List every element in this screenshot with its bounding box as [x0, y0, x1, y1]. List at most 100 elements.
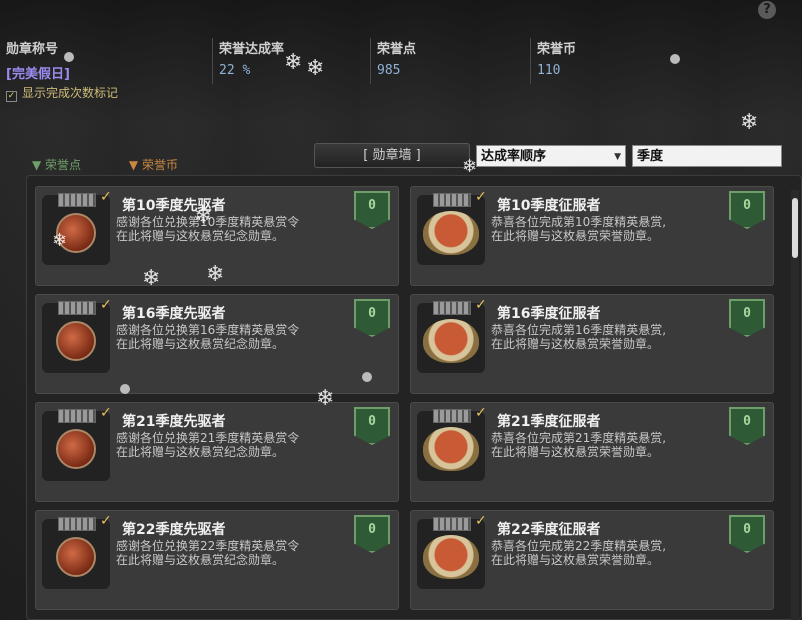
snowflake-icon: ❄	[52, 230, 68, 251]
snowflake-icon: ❄	[462, 156, 478, 177]
medal-card[interactable]: ✓ 第10季度征服者 恭喜各位完成第10季度精英悬赏, 在此将赠与这枚悬赏荣誉勋…	[410, 186, 774, 286]
medal-description: 恭喜各位完成第21季度精英悬赏, 在此将赠与这枚悬赏荣誉勋章。	[491, 431, 731, 459]
stat-title-label: 勋章称号	[6, 42, 59, 57]
medal-description-line-2: 在此将赠与这枚悬赏纪念勋章。	[116, 445, 285, 459]
medal-description: 感谢各位兑换第21季度精英悬赏令 在此将赠与这枚悬赏纪念勋章。	[116, 431, 356, 459]
medal-wall-button[interactable]: [ 勋章墙 ]	[314, 143, 470, 168]
medal-description-line-1: 感谢各位兑换第16季度精英悬赏令	[116, 323, 300, 337]
medal-description: 感谢各位兑换第16季度精英悬赏令 在此将赠与这枚悬赏纪念勋章。	[116, 323, 356, 351]
ribbon-icon	[433, 301, 471, 315]
legend-coins: ▼ 荣誉币	[128, 158, 178, 172]
check-icon: ✓	[100, 297, 112, 313]
ribbon-icon	[58, 301, 96, 315]
ribbon-icon	[58, 517, 96, 531]
conqueror-medal-icon	[423, 211, 479, 255]
medal-description-line-2: 在此将赠与这枚悬赏荣誉勋章。	[491, 445, 660, 459]
medal-icon	[417, 409, 485, 481]
stats-bar: 勋章称号 [完美假日] 荣誉达成率 22 % 荣誉点 985 荣誉币 110	[0, 38, 802, 88]
sort-select[interactable]: 达成率顺序 ▼	[476, 145, 626, 167]
snow-dot	[362, 372, 372, 382]
snowflake-icon: ❄	[194, 204, 213, 229]
completion-count-badge: 0	[729, 407, 765, 445]
ribbon-icon	[433, 517, 471, 531]
completion-count-badge: 0	[354, 407, 390, 445]
medal-description-line-2: 在此将赠与这枚悬赏纪念勋章。	[116, 229, 285, 243]
medal-icon	[417, 301, 485, 373]
snowflake-icon: ❄	[206, 262, 225, 287]
stat-points-label: 荣誉点	[377, 42, 417, 57]
medal-title: 第21季度先驱者	[122, 414, 226, 430]
stat-coins-value: 110	[537, 63, 561, 78]
medal-description-line-1: 恭喜各位完成第21季度精英悬赏,	[491, 431, 667, 445]
completion-count-badge: 0	[354, 299, 390, 337]
medal-icon	[42, 301, 110, 373]
snowflake-icon: ❄	[316, 386, 335, 411]
medal-title: 第16季度先驱者	[122, 306, 226, 322]
check-icon: ✓	[100, 513, 112, 529]
medal-icon	[42, 409, 110, 481]
medal-icon	[417, 517, 485, 589]
help-icon[interactable]: ?	[758, 1, 776, 19]
stat-points: 荣誉点 985	[370, 38, 528, 84]
ribbon-icon	[433, 193, 471, 207]
scrollbar[interactable]	[791, 190, 799, 620]
legend-points: ▼ 荣誉点	[32, 158, 82, 172]
medal-description-line-1: 恭喜各位完成第16季度精英悬赏,	[491, 323, 667, 337]
medal-description-line-2: 在此将赠与这枚悬赏纪念勋章。	[116, 337, 285, 351]
medal-description: 感谢各位兑换第22季度精英悬赏令 在此将赠与这枚悬赏纪念勋章。	[116, 539, 356, 567]
medal-card[interactable]: ✓ 第21季度先驱者 感谢各位兑换第21季度精英悬赏令 在此将赠与这枚悬赏纪念勋…	[35, 402, 399, 502]
medal-description: 恭喜各位完成第22季度精英悬赏, 在此将赠与这枚悬赏荣誉勋章。	[491, 539, 731, 567]
completion-count-badge: 0	[354, 191, 390, 229]
stat-title: 勋章称号 [完美假日]	[0, 38, 212, 84]
stat-title-value[interactable]: [完美假日]	[6, 63, 212, 82]
legend-coins-label: 荣誉币	[141, 158, 178, 172]
scrollbar-thumb[interactable]	[792, 198, 798, 258]
filter-input[interactable]: 季度	[632, 145, 782, 167]
completion-count-badge: 0	[354, 515, 390, 553]
medal-card[interactable]: ✓ 第16季度先驱者 感谢各位兑换第16季度精英悬赏令 在此将赠与这枚悬赏纪念勋…	[35, 294, 399, 394]
completion-count-badge: 0	[729, 191, 765, 229]
chevron-down-icon[interactable]: ▼	[614, 146, 621, 168]
medal-title: 第10季度征服者	[497, 198, 601, 214]
medal-description-line-1: 感谢各位兑换第22季度精英悬赏令	[116, 539, 300, 553]
medal-description-line-2: 在此将赠与这枚悬赏荣誉勋章。	[491, 229, 660, 243]
pioneer-medal-icon	[56, 321, 96, 361]
show-count-label: 显示完成次数标记	[22, 86, 119, 100]
check-icon: ✓	[475, 189, 487, 205]
snow-dot	[670, 54, 680, 64]
snow-dot	[120, 384, 130, 394]
pioneer-medal-icon	[56, 429, 96, 469]
pioneer-medal-icon	[56, 537, 96, 577]
sort-select-value: 达成率顺序	[481, 149, 547, 164]
check-icon: ✓	[100, 405, 112, 421]
medal-description-line-2: 在此将赠与这枚悬赏纪念勋章。	[116, 553, 285, 567]
stat-coins: 荣誉币 110	[530, 38, 690, 84]
medal-list-panel: ✓ 第10季度先驱者 感谢各位兑换第10季度精英悬赏令 在此将赠与这枚悬赏纪念勋…	[26, 175, 802, 620]
medal-icon	[417, 193, 485, 265]
medal-description-line-2: 在此将赠与这枚悬赏荣誉勋章。	[491, 337, 660, 351]
medal-description: 恭喜各位完成第16季度精英悬赏, 在此将赠与这枚悬赏荣誉勋章。	[491, 323, 731, 351]
medal-description-line-1: 感谢各位兑换第10季度精英悬赏令	[116, 215, 300, 229]
completion-count-badge: 0	[729, 299, 765, 337]
legend: ▼ 荣誉点 ▼ 荣誉币	[32, 156, 222, 173]
show-count-checkbox[interactable]: ✓ 显示完成次数标记	[6, 84, 118, 102]
snow-dot	[64, 52, 74, 62]
stat-points-value: 985	[377, 63, 401, 78]
snowflake-icon: ❄	[306, 56, 325, 81]
medal-description-line-1: 恭喜各位完成第22季度精英悬赏,	[491, 539, 667, 553]
medal-card[interactable]: ✓ 第21季度征服者 恭喜各位完成第21季度精英悬赏, 在此将赠与这枚悬赏荣誉勋…	[410, 402, 774, 502]
completion-count-badge: 0	[729, 515, 765, 553]
medal-title: 第22季度先驱者	[122, 522, 226, 538]
medal-icon	[42, 517, 110, 589]
snowflake-icon: ❄	[142, 266, 161, 291]
medal-title: 第22季度征服者	[497, 522, 601, 538]
check-icon: ✓	[100, 189, 112, 205]
ribbon-icon	[433, 409, 471, 423]
medal-card[interactable]: ✓ 第22季度征服者 恭喜各位完成第22季度精英悬赏, 在此将赠与这枚悬赏荣誉勋…	[410, 510, 774, 610]
checkbox-box[interactable]: ✓	[6, 91, 17, 102]
medal-description-line-1: 感谢各位兑换第21季度精英悬赏令	[116, 431, 300, 445]
medal-card[interactable]: ✓ 第22季度先驱者 感谢各位兑换第22季度精英悬赏令 在此将赠与这枚悬赏纪念勋…	[35, 510, 399, 610]
snowflake-icon: ❄	[284, 50, 303, 75]
snowflake-icon: ❄	[740, 110, 759, 135]
medal-card[interactable]: ✓ 第16季度征服者 恭喜各位完成第16季度精英悬赏, 在此将赠与这枚悬赏荣誉勋…	[410, 294, 774, 394]
